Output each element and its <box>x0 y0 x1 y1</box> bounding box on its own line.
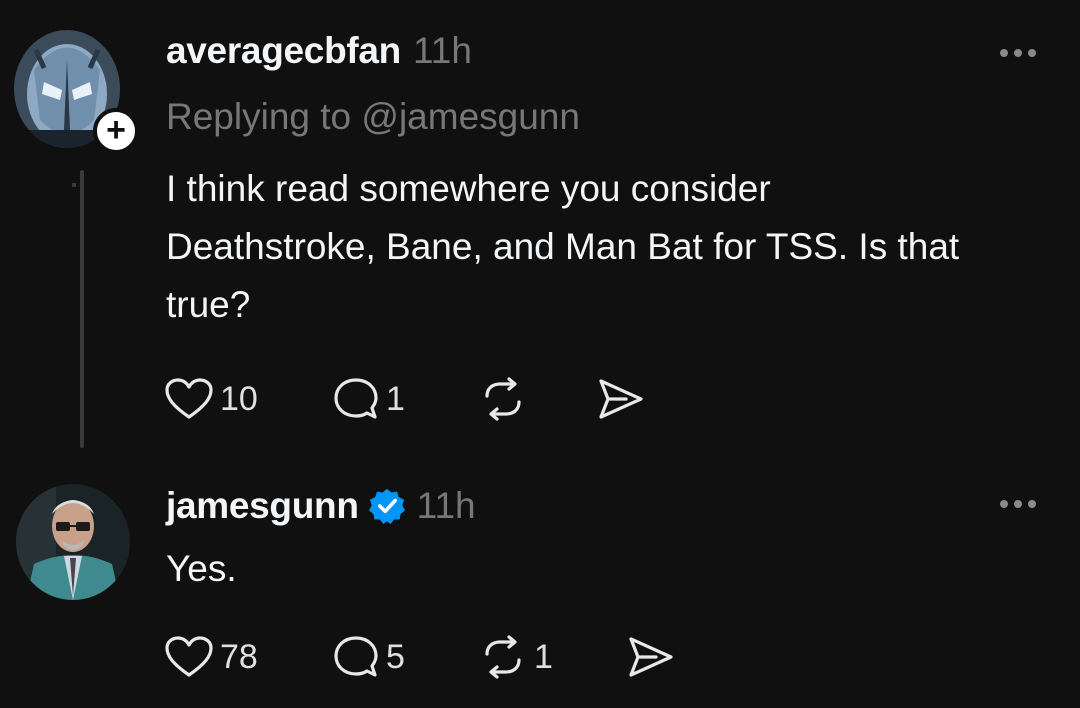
send-icon <box>599 379 643 419</box>
post-actions: 78 5 1 <box>164 632 764 682</box>
plus-icon: + <box>106 110 126 149</box>
comment-bubble-icon <box>334 378 378 419</box>
reply-post: + averagecbfan 11h Replying to @jamesgun… <box>0 0 1080 450</box>
like-count: 78 <box>220 637 258 676</box>
post-actions: 10 1 <box>164 374 764 424</box>
thread-connector-line <box>80 170 84 448</box>
replying-to-label[interactable]: Replying to @jamesgunn <box>166 96 580 138</box>
timestamp[interactable]: 11h <box>413 30 472 72</box>
verified-badge-icon <box>368 488 405 524</box>
like-button[interactable]: 10 <box>164 374 258 424</box>
avatar-jamesgunn[interactable] <box>16 484 130 600</box>
username[interactable]: averagecbfan <box>166 30 401 72</box>
heart-icon <box>165 636 213 677</box>
reply-count: 1 <box>386 379 405 418</box>
repost-icon <box>485 377 521 421</box>
post-text-line: I think read somewhere you consider <box>166 168 771 209</box>
post-text-line: Yes. <box>166 548 237 589</box>
like-button[interactable]: 78 <box>164 632 258 682</box>
share-button[interactable] <box>596 374 646 424</box>
follow-plus-button[interactable]: + <box>93 108 139 154</box>
post-text-line: Deathstroke, Bane, and Man Bat for TSS. … <box>166 226 960 267</box>
username[interactable]: jamesgunn <box>166 485 359 527</box>
post-header: averagecbfan 11h <box>166 30 472 72</box>
send-icon <box>629 637 673 677</box>
comment-bubble-icon <box>334 636 378 677</box>
thread-line-tick <box>72 183 76 187</box>
post-text: I think read somewhere you consider Deat… <box>166 160 1046 334</box>
post-text-line: true? <box>166 284 251 325</box>
more-dots-icon[interactable] <box>1000 49 1036 57</box>
repost-button[interactable]: 1 <box>478 632 553 682</box>
reply-count: 5 <box>386 637 405 676</box>
heart-icon <box>165 378 213 419</box>
like-count: 10 <box>220 379 258 418</box>
reply-post: jamesgunn 11h Yes. 78 5 1 <box>0 450 1080 708</box>
repost-icon <box>485 635 521 679</box>
more-dots-icon[interactable] <box>1000 500 1036 508</box>
repost-button[interactable] <box>478 374 528 424</box>
post-header: jamesgunn 11h <box>166 482 476 527</box>
timestamp[interactable]: 11h <box>417 485 476 527</box>
share-button[interactable] <box>626 632 676 682</box>
repost-count: 1 <box>534 637 553 676</box>
post-text: Yes. <box>166 540 1046 598</box>
reply-button[interactable]: 5 <box>332 632 405 682</box>
reply-button[interactable]: 1 <box>332 374 405 424</box>
